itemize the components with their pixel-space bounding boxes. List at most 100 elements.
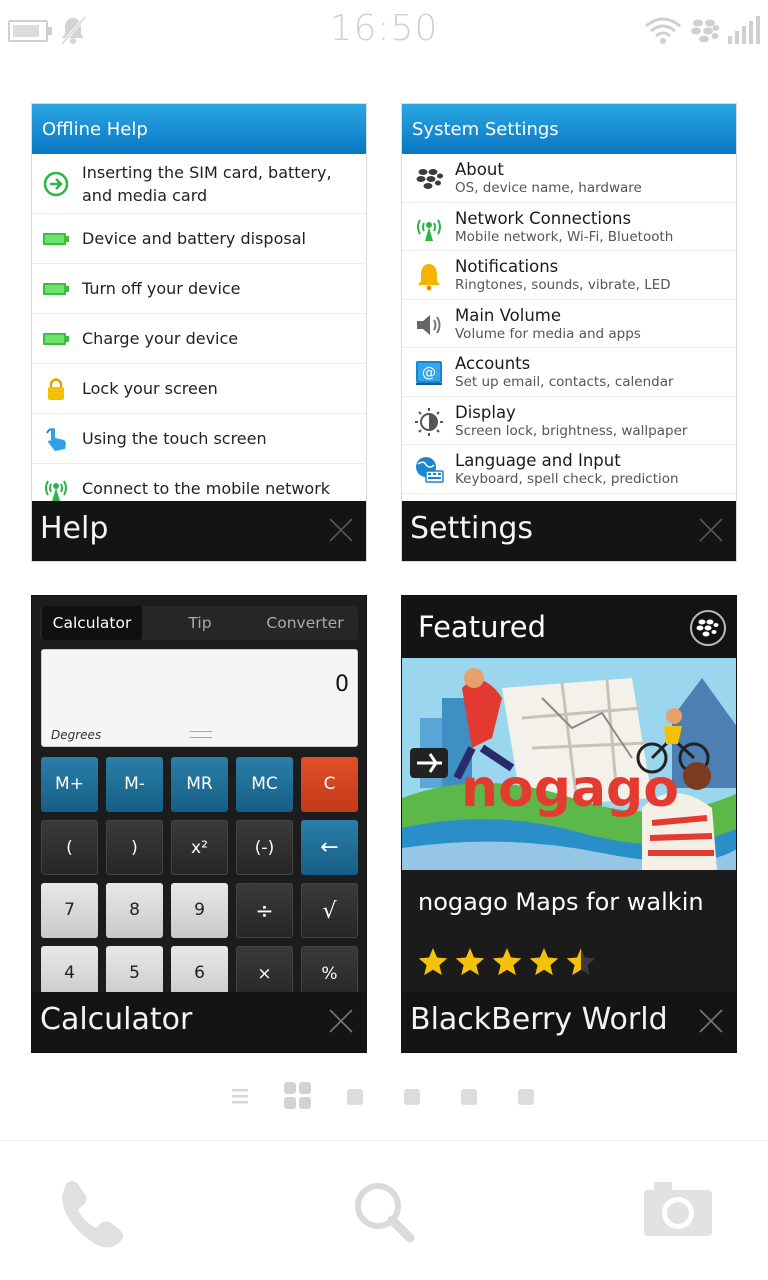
globe-keyboard-icon: [416, 457, 444, 483]
page-dot[interactable]: [461, 1089, 477, 1105]
artwork-logo-text: nogago: [461, 759, 679, 819]
key-8[interactable]: 8: [106, 883, 163, 938]
settings-item-notifications[interactable]: Notifications Ringtones, sounds, vibrate…: [402, 251, 736, 300]
rating-star: [492, 948, 522, 976]
rating-stars: [418, 948, 596, 976]
settings-item-subtitle: OS, device name, hardware: [455, 180, 642, 196]
rating-star: [566, 948, 596, 976]
settings-item-network[interactable]: Network Connections Mobile network, Wi-F…: [402, 203, 736, 251]
at-icon: @: [416, 361, 442, 385]
help-topic-label: Inserting the SIM card, battery, and med…: [82, 162, 332, 205]
settings-item-accounts[interactable]: @ Accounts Set up email, contacts, calen…: [402, 348, 736, 397]
tab-converter[interactable]: Converter: [255, 606, 355, 640]
key-open-paren[interactable]: (: [41, 820, 98, 875]
featured-app-name[interactable]: nogago Maps for walkin: [418, 888, 722, 916]
calculator-tab-bar: Calculator Tip Converter: [40, 606, 358, 640]
help-topic[interactable]: Turn off your device: [32, 264, 366, 314]
dock-divider: [0, 1140, 768, 1141]
help-topic-label: Lock your screen: [82, 379, 218, 398]
calculator-card-title: Calculator: [40, 1002, 193, 1037]
key-close-paren[interactable]: ): [106, 820, 163, 875]
key-mc[interactable]: MC: [236, 757, 293, 812]
help-topic[interactable]: Using the touch screen: [32, 414, 366, 464]
settings-item-subtitle: Keyboard, spell check, prediction: [455, 471, 679, 487]
rating-star: [455, 948, 485, 976]
tab-calculator[interactable]: Calculator: [42, 606, 142, 640]
help-topic-label: Charge your device: [82, 329, 239, 348]
help-card-footer: Help: [32, 501, 366, 561]
page-dot[interactable]: [347, 1089, 363, 1105]
tab-tip[interactable]: Tip: [150, 606, 250, 640]
settings-item-title: Language and Input: [455, 451, 621, 470]
key-divide[interactable]: ÷: [236, 883, 293, 938]
page-dot[interactable]: [518, 1089, 534, 1105]
signal-icon: [728, 16, 760, 44]
blackberry-icon: [691, 19, 720, 43]
close-icon[interactable]: [698, 517, 724, 543]
hub-list-icon[interactable]: [230, 1087, 250, 1105]
page-dot[interactable]: [404, 1089, 420, 1105]
phone-icon[interactable]: [52, 1172, 132, 1252]
calculator-app-card[interactable]: Calculator Tip Converter 0 Degrees M+ M-…: [31, 595, 367, 1053]
help-card-title: Help: [40, 511, 109, 546]
close-icon[interactable]: [328, 1008, 354, 1034]
blackberry-world-app-card[interactable]: Featured nogago nogago Maps for walkin B…: [401, 595, 737, 1053]
key-m-minus[interactable]: M-: [106, 757, 163, 812]
rating-star: [529, 948, 559, 976]
settings-item-subtitle: Mobile network, Wi-Fi, Bluetooth: [455, 228, 674, 245]
settings-item-volume[interactable]: Main Volume Volume for media and apps: [402, 300, 736, 348]
lock-icon: [48, 377, 64, 400]
battery-icon: [43, 332, 69, 345]
calculator-card-footer: Calculator: [32, 992, 366, 1052]
wifi-icon: [645, 17, 681, 44]
key-9[interactable]: 9: [171, 883, 228, 938]
camera-icon[interactable]: [638, 1172, 718, 1252]
calculator-display: 0 Degrees: [41, 649, 358, 747]
arrow-circle-icon: [43, 171, 69, 196]
help-app-card[interactable]: Offline Help Inserting the SIM card, bat…: [31, 103, 367, 562]
help-header: Offline Help: [32, 104, 366, 154]
bell-icon: [418, 264, 440, 291]
bbworld-card-footer: BlackBerry World: [402, 992, 736, 1052]
help-topic[interactable]: Lock your screen: [32, 364, 366, 414]
help-topic[interactable]: Device and battery disposal: [32, 214, 366, 264]
settings-item-display[interactable]: Display Screen lock, brightness, wallpap…: [402, 397, 736, 445]
settings-app-card[interactable]: System Settings About OS, device name, h…: [401, 103, 737, 562]
key-mr[interactable]: MR: [171, 757, 228, 812]
battery-icon: [43, 232, 69, 245]
settings-item-about[interactable]: About OS, device name, hardware: [402, 154, 736, 203]
active-frames-grid-icon[interactable]: [283, 1081, 313, 1111]
battery-icon: [43, 282, 69, 295]
settings-item-title: Accounts: [455, 354, 531, 373]
key-clear[interactable]: C: [301, 757, 358, 812]
featured-app-artwork[interactable]: nogago: [402, 658, 736, 870]
key-7[interactable]: 7: [41, 883, 98, 938]
resize-grip-icon[interactable]: [190, 731, 212, 738]
settings-item-subtitle: Set up email, contacts, calendar: [455, 374, 674, 390]
blackberry-logo-icon: [690, 610, 726, 646]
settings-card-title: Settings: [410, 511, 534, 546]
status-bar: 16:50: [0, 0, 768, 62]
help-topic-label: Turn off your device: [82, 279, 241, 298]
featured-title: Featured: [418, 610, 546, 644]
key-backspace[interactable]: ←: [301, 820, 358, 875]
search-icon[interactable]: [344, 1172, 424, 1252]
key-m-plus[interactable]: M+: [41, 757, 98, 812]
featured-header: Featured: [402, 596, 736, 658]
close-icon[interactable]: [698, 1008, 724, 1034]
settings-item-subtitle: Ringtones, sounds, vibrate, LED: [455, 277, 671, 293]
help-topic-list: Inserting the SIM card, battery, and med…: [32, 154, 366, 514]
help-topic[interactable]: Charge your device: [32, 314, 366, 364]
settings-item-language[interactable]: Language and Input Keyboard, spell check…: [402, 445, 736, 494]
key-negate[interactable]: (-): [236, 820, 293, 875]
help-topic[interactable]: Inserting the SIM card, battery, and med…: [32, 154, 366, 214]
display-value: 0: [335, 672, 349, 697]
touch-icon: [46, 427, 66, 451]
settings-item-subtitle: Volume for media and apps: [455, 325, 641, 342]
key-sqrt[interactable]: √: [301, 883, 358, 938]
help-topic-label: Using the touch screen: [82, 429, 267, 448]
close-icon[interactable]: [328, 517, 354, 543]
settings-card-footer: Settings: [402, 501, 736, 561]
speaker-icon: [417, 314, 441, 335]
key-square[interactable]: x²: [171, 820, 228, 875]
